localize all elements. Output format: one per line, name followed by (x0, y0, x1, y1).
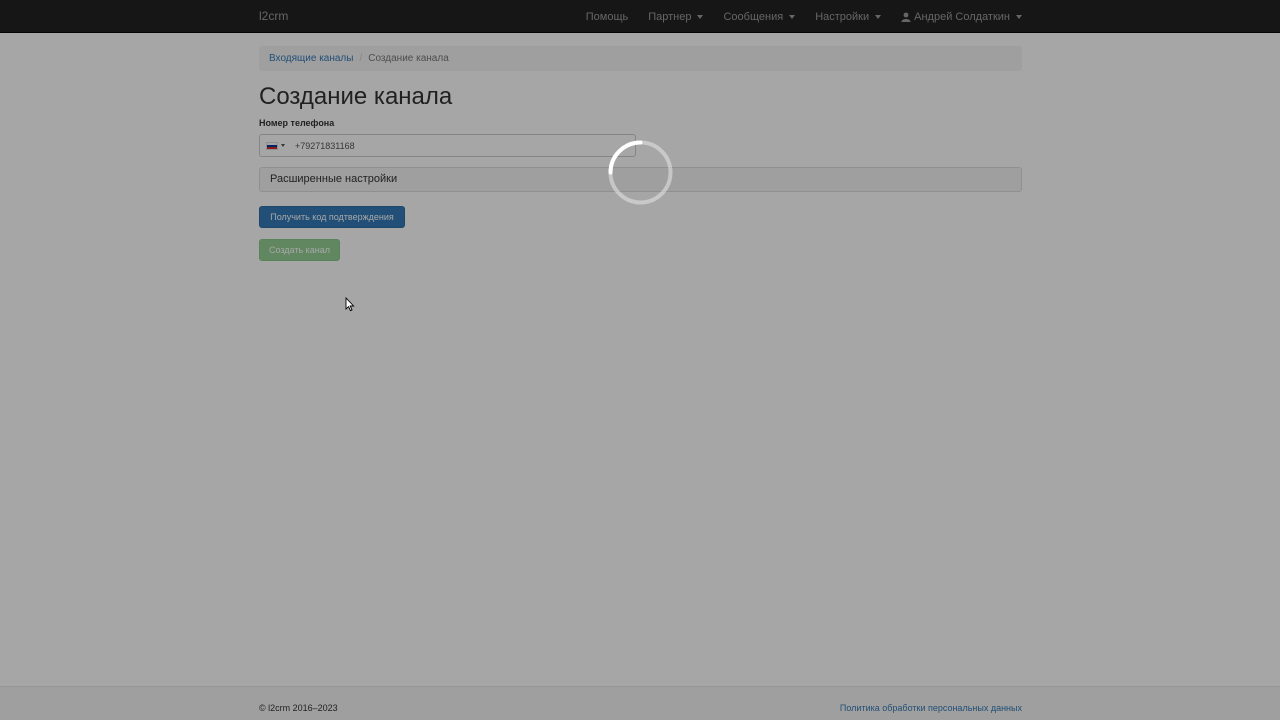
loading-spinner-icon (608, 140, 673, 205)
loading-overlay (0, 0, 1280, 720)
mouse-cursor-icon (345, 297, 355, 312)
